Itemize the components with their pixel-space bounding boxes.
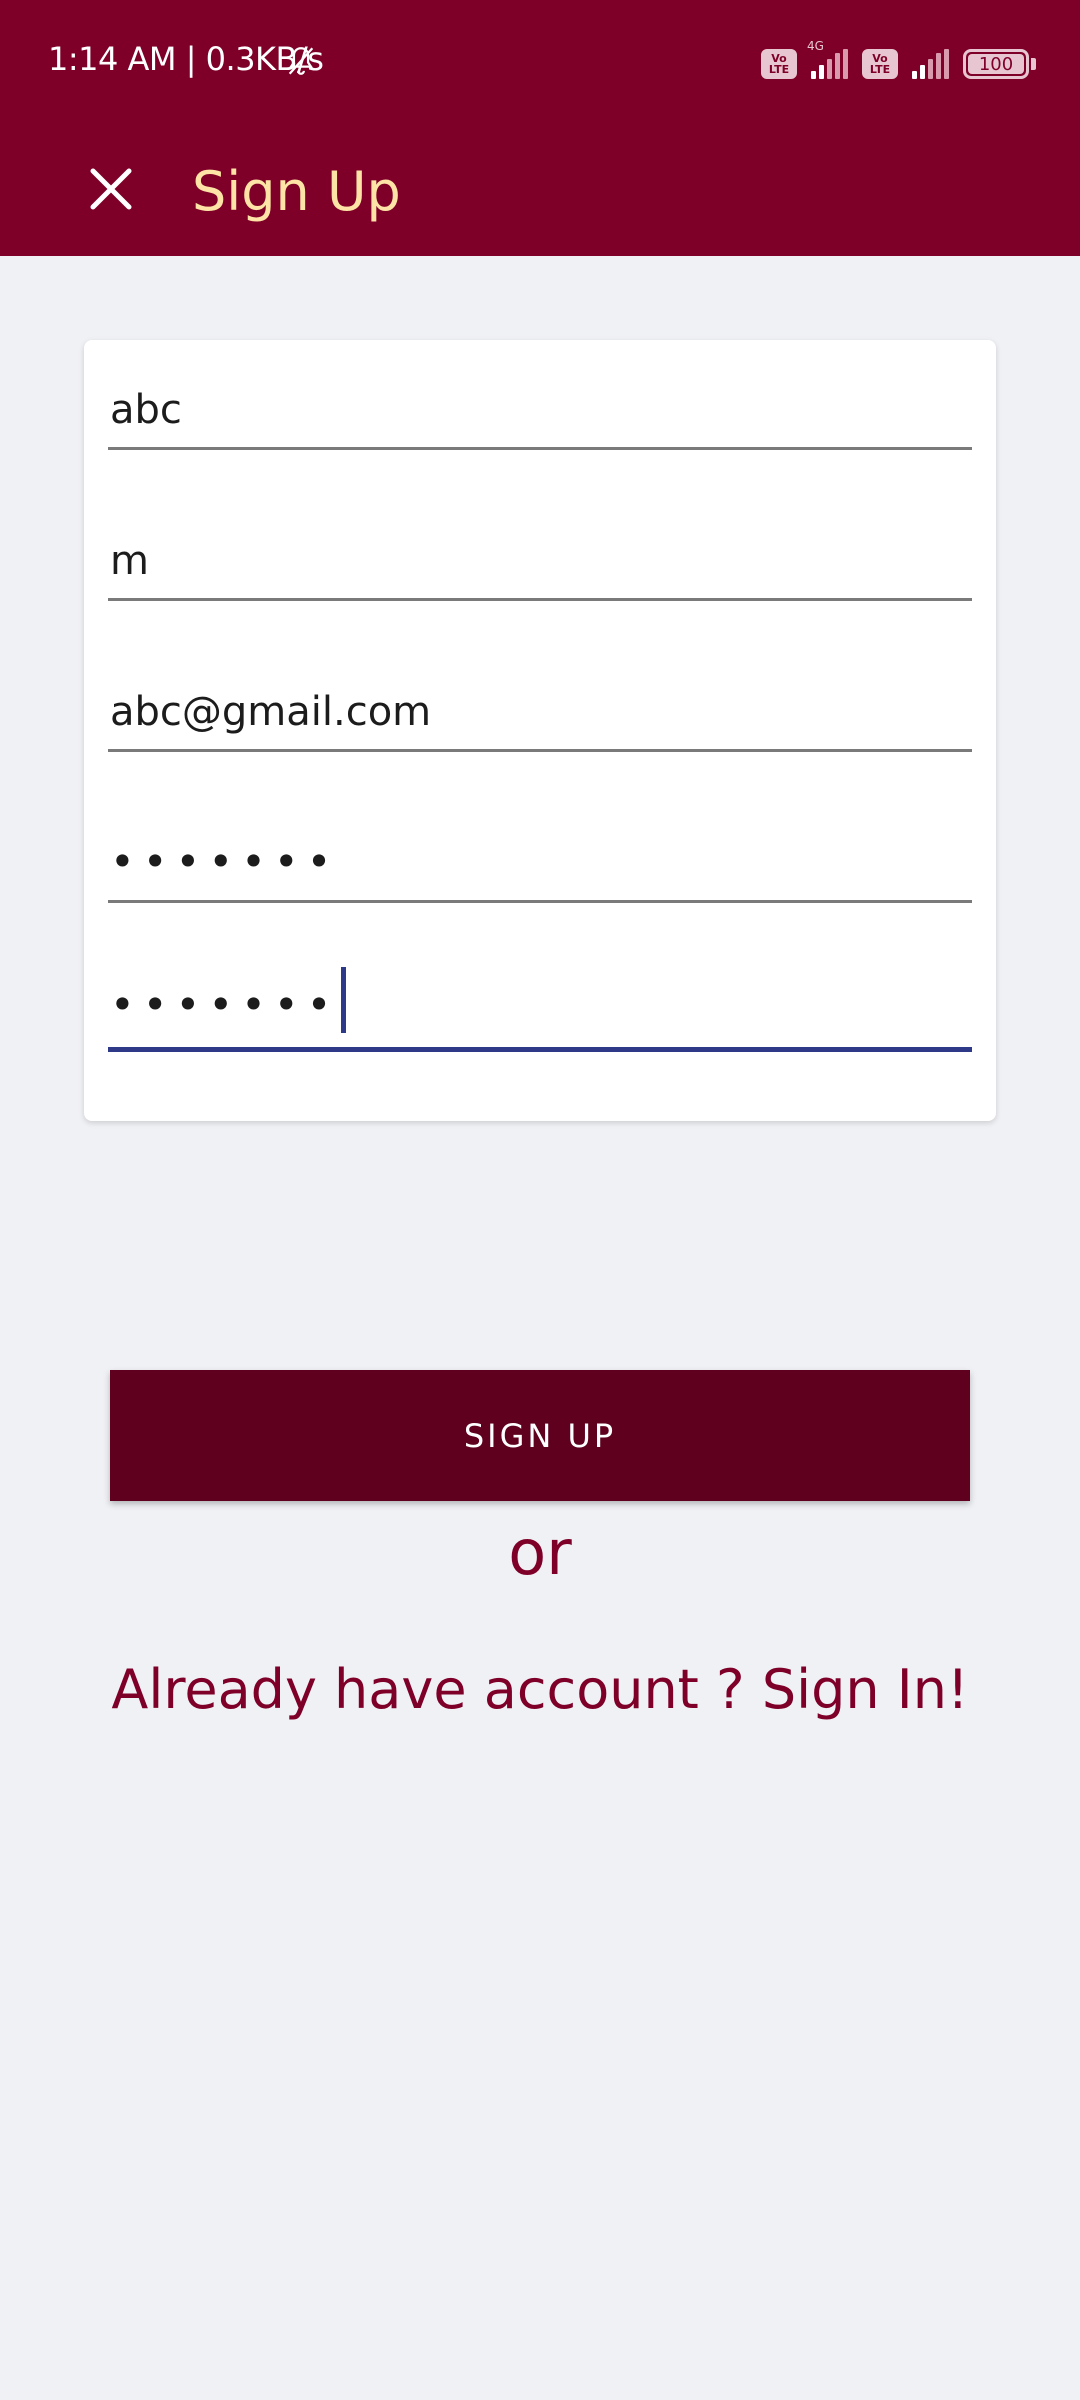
close-button[interactable] (76, 154, 146, 224)
battery-level: 100 (978, 53, 1014, 75)
email-field-value: abc@gmail.com (110, 689, 432, 735)
signal-icon: 4G (807, 39, 848, 79)
confirm-password-field-value: ••••••• (110, 967, 347, 1033)
signup-button[interactable]: SIGN UP (110, 1370, 970, 1501)
confirm-password-field[interactable]: ••••••• (108, 942, 972, 1052)
password-field[interactable]: ••••••• (108, 793, 972, 903)
network-type: 4G (807, 39, 824, 53)
volte-icon: Vo LTE (761, 49, 797, 79)
confirm-password-dots: ••••••• (110, 980, 340, 1029)
name-field[interactable]: abc (108, 340, 972, 450)
signin-link[interactable]: Already have account ? Sign In! (0, 1658, 1080, 1721)
password-field-value: ••••••• (110, 837, 340, 886)
status-time: 1:14 AM | 0.3KB/s (48, 40, 324, 78)
surname-field[interactable]: m (108, 491, 972, 601)
name-field-value: abc (110, 387, 182, 433)
battery-icon: 100 (963, 49, 1029, 79)
notifications-muted-icon (288, 47, 314, 75)
volte-icon-2: Vo LTE (862, 49, 898, 79)
email-field[interactable]: abc@gmail.com (108, 642, 972, 752)
status-icons: Vo LTE 4G Vo LTE 100 (761, 39, 1036, 84)
page-title: Sign Up (192, 160, 401, 223)
or-divider-text: or (508, 1516, 572, 1589)
battery-tip (1031, 58, 1036, 70)
surname-field-value: m (110, 538, 149, 584)
signal-icon-2 (912, 49, 949, 79)
app-bar: Sign Up (0, 128, 1080, 256)
signup-form-card: abc m abc@gmail.com ••••••• ••••••• (84, 340, 996, 1121)
status-bar: 1:14 AM | 0.3KB/s Vo LTE 4G Vo LTE 100 (0, 0, 1080, 128)
close-icon (90, 168, 132, 210)
text-cursor (341, 967, 347, 1033)
